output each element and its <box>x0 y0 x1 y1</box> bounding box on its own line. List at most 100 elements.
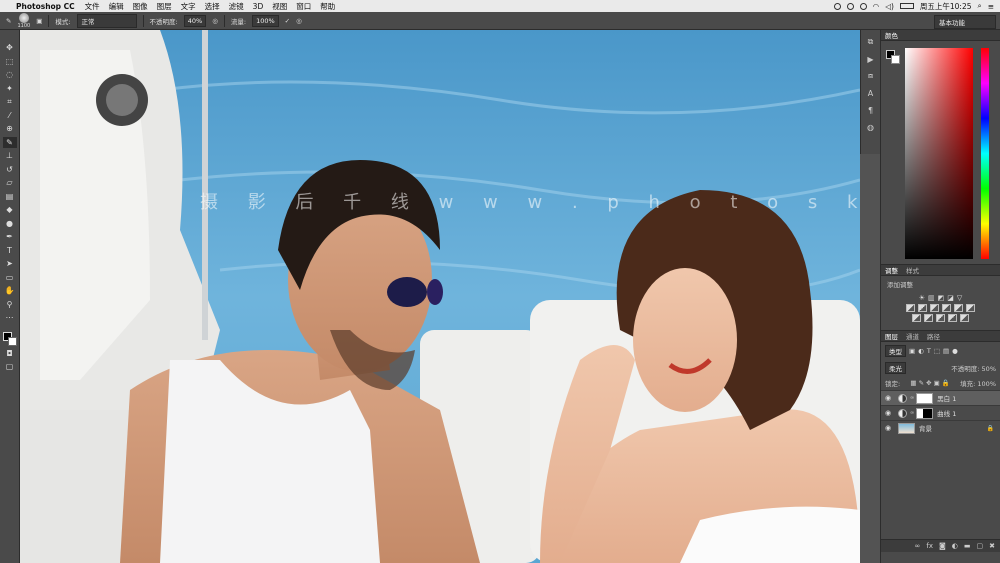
libraries-panel-icon[interactable]: ◍ <box>865 121 877 133</box>
dodge-tool-icon[interactable]: ● <box>3 218 17 230</box>
hand-tool-icon[interactable]: ✋ <box>3 285 17 297</box>
menu-type[interactable]: 文字 <box>181 1 196 12</box>
menu-file[interactable]: 文件 <box>85 1 100 12</box>
paragraph-panel-icon[interactable]: ¶ <box>865 104 877 116</box>
quick-mask-icon[interactable]: ◘ <box>3 348 17 360</box>
curves-icon[interactable]: ◩ <box>938 294 945 302</box>
wifi-icon[interactable]: ◠ <box>873 2 880 11</box>
layer-name[interactable]: 黑白 1 <box>937 393 956 403</box>
new-layer-icon[interactable]: ▢ <box>977 542 984 550</box>
menu-filter[interactable]: 滤镜 <box>229 1 244 12</box>
brush-panel-icon[interactable]: ▣ <box>36 17 42 25</box>
new-group-icon[interactable]: ▬ <box>964 542 971 550</box>
exposure-icon[interactable]: ◪ <box>947 294 954 302</box>
tab-paths[interactable]: 路径 <box>927 331 940 341</box>
search-icon[interactable]: ⌕ <box>978 1 982 11</box>
lasso-tool-icon[interactable]: ◌ <box>3 69 17 81</box>
filter-pixel-icon[interactable]: ▣ <box>909 347 915 355</box>
move-tool-icon[interactable]: ✥ <box>3 42 17 54</box>
filter-toggle-icon[interactable]: ● <box>952 347 958 355</box>
zoom-tool-icon[interactable]: ⚲ <box>3 299 17 311</box>
menu-edit[interactable]: 编辑 <box>109 1 124 12</box>
volume-icon[interactable]: ◁) <box>885 2 894 11</box>
layer-mask-thumbnail[interactable] <box>916 407 934 419</box>
history-brush-tool-icon[interactable]: ↺ <box>3 164 17 176</box>
visibility-eye-icon[interactable]: ◉ <box>881 394 895 402</box>
add-mask-icon[interactable]: ◙ <box>939 542 946 550</box>
layer-row[interactable]: ◉ ∞ 曲线 1 <box>881 405 1000 420</box>
hue-slider[interactable] <box>981 48 989 259</box>
menu-image[interactable]: 图像 <box>133 1 148 12</box>
tray-icon[interactable] <box>859 2 867 10</box>
fx-icon[interactable]: fx <box>926 542 933 550</box>
link-layers-icon[interactable]: ∞ <box>915 542 921 550</box>
layer-row[interactable]: ◉ 背景 🔒 <box>881 420 1000 435</box>
blend-mode-select[interactable]: 柔光 <box>885 362 906 374</box>
brush-tool-icon[interactable]: ✎ <box>2 136 17 148</box>
fill-field[interactable]: 100% <box>977 380 996 388</box>
tab-layers[interactable]: 图层 <box>885 331 898 341</box>
color-lookup-icon[interactable] <box>966 304 975 312</box>
filter-smart-icon[interactable]: ▤ <box>943 347 949 355</box>
app-menu[interactable]: Photoshop CC <box>16 2 75 11</box>
brightness-icon[interactable]: ☀ <box>919 294 925 302</box>
brush-tool-icon[interactable]: ✎ <box>6 17 11 25</box>
color-picker-field[interactable] <box>905 48 973 259</box>
opacity-field[interactable]: 40% <box>183 14 207 27</box>
menu-view[interactable]: 视图 <box>272 1 287 12</box>
levels-icon[interactable]: ▥ <box>928 294 935 302</box>
new-adjustment-icon[interactable]: ◐ <box>952 542 958 550</box>
selective-color-icon[interactable] <box>960 314 969 322</box>
gradient-tool-icon[interactable]: ▤ <box>3 191 17 203</box>
character-panel-icon[interactable]: A <box>865 87 877 99</box>
pressure-opacity-icon[interactable]: ◎ <box>212 17 218 25</box>
layer-row[interactable]: ◉ ∞ 黑白 1 <box>881 390 1000 405</box>
quick-select-tool-icon[interactable]: ✦ <box>3 83 17 95</box>
tab-color[interactable]: 颜色 <box>885 30 898 40</box>
color-balance-icon[interactable] <box>918 304 927 312</box>
pen-tool-icon[interactable]: ✒ <box>3 231 17 243</box>
type-tool-icon[interactable]: T <box>3 245 17 257</box>
flow-field[interactable]: 100% <box>252 14 279 27</box>
blur-tool-icon[interactable]: ◆ <box>3 204 17 216</box>
path-select-tool-icon[interactable]: ➤ <box>3 258 17 270</box>
properties-panel-icon[interactable]: ⧈ <box>865 70 877 82</box>
crop-tool-icon[interactable]: ⌗ <box>3 96 17 108</box>
background-color[interactable] <box>7 336 17 346</box>
layer-mask-thumbnail[interactable] <box>916 392 934 404</box>
workspace-select[interactable]: 基本功能 <box>934 15 996 29</box>
filter-adjustment-icon[interactable]: ◐ <box>918 347 924 355</box>
brush-preset-picker[interactable]: 1100 <box>17 12 30 29</box>
battery-icon[interactable] <box>899 3 914 9</box>
posterize-icon[interactable] <box>924 314 933 322</box>
filter-shape-icon[interactable]: ⬚ <box>934 347 940 355</box>
tray-icon[interactable] <box>846 2 854 10</box>
marquee-tool-icon[interactable]: ⬚ <box>3 56 17 68</box>
rectangle-tool-icon[interactable]: ▭ <box>3 272 17 284</box>
healing-brush-tool-icon[interactable]: ⊕ <box>3 123 17 135</box>
history-panel-icon[interactable]: ⧉ <box>865 36 877 48</box>
visibility-eye-icon[interactable]: ◉ <box>881 409 895 417</box>
gradient-map-icon[interactable] <box>948 314 957 322</box>
vibrance-icon[interactable]: ▽ <box>957 294 962 302</box>
actions-panel-icon[interactable]: ▶ <box>865 53 877 65</box>
filter-type-icon[interactable]: T <box>927 347 931 355</box>
clone-stamp-tool-icon[interactable]: ⊥ <box>3 150 17 162</box>
more-tools-icon[interactable]: ⋯ <box>3 312 17 324</box>
airbrush-icon[interactable]: ✓ <box>285 17 290 25</box>
kind-filter-select[interactable]: 类型 <box>885 345 906 357</box>
menu-list-icon[interactable]: ≡ <box>988 2 994 11</box>
color-swatches[interactable] <box>2 331 17 346</box>
eraser-tool-icon[interactable]: ▱ <box>3 177 17 189</box>
photo-filter-icon[interactable] <box>942 304 951 312</box>
menu-select[interactable]: 选择 <box>205 1 220 12</box>
trash-icon[interactable]: ✖ <box>989 542 995 550</box>
eyedropper-tool-icon[interactable]: ⁄ <box>3 110 17 122</box>
invert-icon[interactable] <box>912 314 921 322</box>
mode-select[interactable]: 正常 <box>76 13 137 28</box>
tab-channels[interactable]: 通道 <box>906 331 919 341</box>
pressure-size-icon[interactable]: ◎ <box>296 17 302 25</box>
lock-icons[interactable]: ▦ ✎ ✥ ▣ 🔒 <box>910 379 950 387</box>
layer-name[interactable]: 曲线 1 <box>937 408 956 418</box>
visibility-eye-icon[interactable]: ◉ <box>881 424 895 432</box>
